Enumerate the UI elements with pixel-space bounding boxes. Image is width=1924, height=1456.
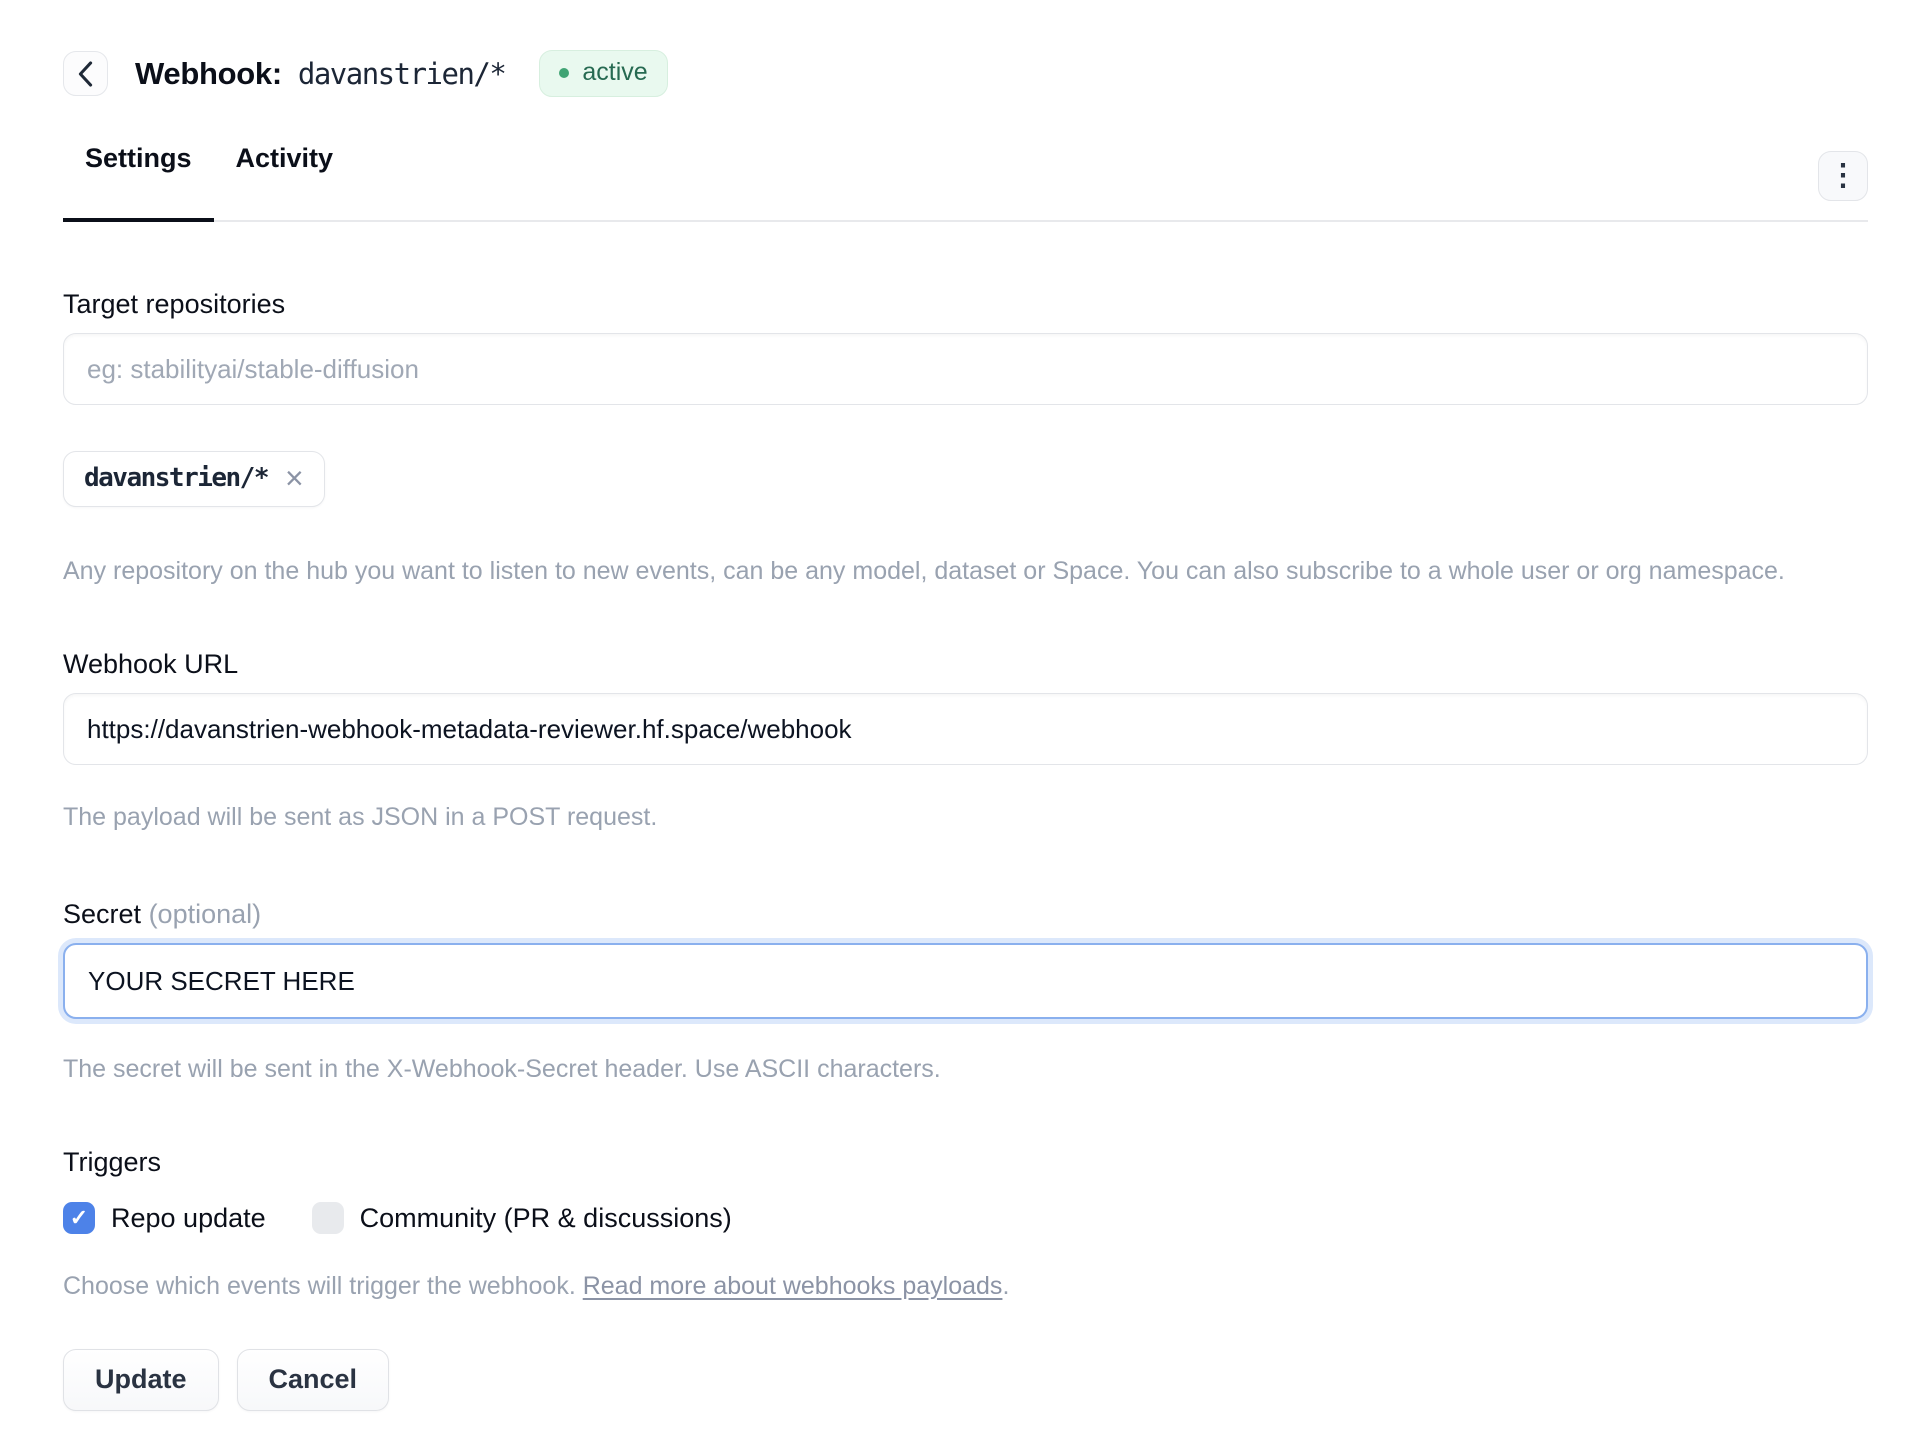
triggers-options: ✓ Repo update ✓ Community (PR & discussi… bbox=[63, 1202, 1868, 1234]
page-header: Webhook: davanstrien/* active bbox=[63, 50, 1868, 97]
trigger-option-repo-update: ✓ Repo update bbox=[63, 1202, 266, 1234]
webhooks-payloads-link[interactable]: Read more about webhooks payloads bbox=[583, 1272, 1003, 1300]
cancel-button[interactable]: Cancel bbox=[237, 1349, 390, 1411]
repo-tag-label: davanstrien/* bbox=[84, 463, 268, 493]
repo-update-label: Repo update bbox=[111, 1203, 266, 1234]
check-icon: ✓ bbox=[70, 1207, 88, 1229]
webhook-url-help: The payload will be sent as JSON in a PO… bbox=[63, 801, 1868, 834]
triggers-help-suffix: . bbox=[1002, 1272, 1009, 1300]
more-options-button[interactable]: ⋮ bbox=[1818, 151, 1868, 201]
webhook-settings-page: Webhook: davanstrien/* active Settings A… bbox=[0, 0, 1924, 1456]
tab-bar: Settings Activity ⋮ bbox=[63, 143, 1868, 222]
repo-tag: davanstrien/* × bbox=[63, 451, 325, 507]
triggers-help-prefix: Choose which events will trigger the web… bbox=[63, 1272, 583, 1300]
status-dot-icon bbox=[559, 68, 569, 78]
kebab-menu-icon: ⋮ bbox=[1828, 161, 1858, 191]
community-label: Community (PR & discussions) bbox=[360, 1203, 732, 1234]
back-button[interactable] bbox=[63, 51, 108, 96]
secret-help: The secret will be sent in the X-Webhook… bbox=[63, 1053, 1868, 1086]
trigger-option-community: ✓ Community (PR & discussions) bbox=[312, 1202, 732, 1234]
remove-tag-icon[interactable]: × bbox=[285, 462, 304, 494]
secret-label: Secret (optional) bbox=[63, 898, 1868, 930]
target-repositories-label: Target repositories bbox=[63, 288, 1868, 320]
secret-input[interactable] bbox=[63, 943, 1868, 1019]
secret-optional-text: (optional) bbox=[149, 899, 262, 929]
target-repositories-input[interactable] bbox=[63, 333, 1868, 405]
tab-activity[interactable]: Activity bbox=[214, 143, 356, 220]
webhook-url-input[interactable] bbox=[63, 693, 1868, 765]
webhook-repo-name: davanstrien/* bbox=[298, 57, 505, 91]
form-actions: Update Cancel bbox=[63, 1349, 1868, 1411]
repo-update-checkbox[interactable]: ✓ bbox=[63, 1202, 95, 1234]
target-repositories-tags: davanstrien/* × bbox=[63, 451, 1868, 507]
page-title: Webhook: bbox=[135, 56, 282, 92]
status-badge: active bbox=[539, 50, 667, 97]
webhook-url-label: Webhook URL bbox=[63, 648, 1868, 680]
triggers-label: Triggers bbox=[63, 1146, 1868, 1178]
chevron-left-icon bbox=[77, 60, 94, 88]
update-button[interactable]: Update bbox=[63, 1349, 219, 1411]
secret-label-text: Secret bbox=[63, 899, 141, 929]
community-checkbox[interactable]: ✓ bbox=[312, 1202, 344, 1234]
triggers-help: Choose which events will trigger the web… bbox=[63, 1270, 1868, 1303]
target-repositories-help: Any repository on the hub you want to li… bbox=[63, 555, 1868, 588]
tab-settings[interactable]: Settings bbox=[63, 143, 214, 220]
status-badge-label: active bbox=[582, 58, 647, 87]
